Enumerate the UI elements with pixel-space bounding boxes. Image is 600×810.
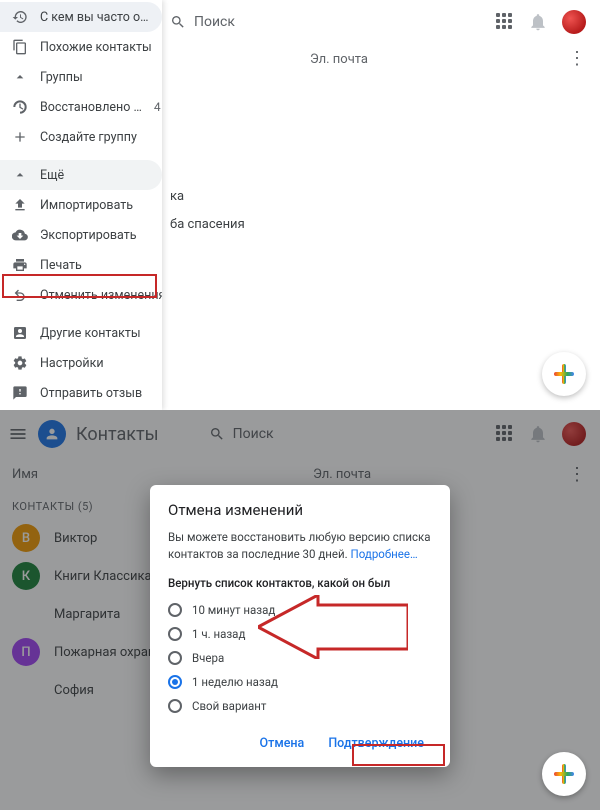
fab-add-contact[interactable] <box>542 752 586 796</box>
sidebar: С кем вы часто о… Похожие контакты Группы В… <box>0 0 162 410</box>
plus-icon <box>554 364 574 384</box>
sidebar-item-1[interactable]: Похожие контакты <box>0 32 162 62</box>
restore-icon <box>12 99 28 115</box>
sidebar-item-8[interactable]: Печать <box>0 250 162 280</box>
chevron-up-icon <box>12 167 28 183</box>
sidebar-item-label: Печать <box>40 258 82 273</box>
column-email: Эл. почта <box>310 52 368 67</box>
sidebar-item-2[interactable]: Группы <box>0 62 162 92</box>
radio-icon <box>168 627 182 641</box>
sidebar-item-11[interactable]: Настройки <box>0 348 162 378</box>
sidebar-item-label: Экспортировать <box>40 228 137 243</box>
learn-more-link[interactable]: Подробнее… <box>351 547 418 561</box>
radio-group: 10 минут назад 1 ч. назад Вчера 1 неделю на… <box>168 598 432 718</box>
bottom-panel: Контакты Поиск Имя Эл. почта ⋮ Контакты … <box>0 410 600 810</box>
sidebar-item-0[interactable]: С кем вы часто о… <box>0 2 162 32</box>
radio-label: Свой вариант <box>192 699 266 713</box>
dialog-list-label: Вернуть список контактов, какой он был <box>168 576 432 590</box>
sidebar-item-label: Похожие контакты <box>40 40 152 55</box>
sidebar-item-9[interactable]: Отменить изменения <box>0 280 162 310</box>
confirm-button[interactable]: Подтверждение <box>320 730 432 757</box>
topbar-icons <box>496 10 592 34</box>
search-icon <box>170 14 186 30</box>
copy-icon <box>12 39 28 55</box>
notifications-icon[interactable] <box>528 12 548 32</box>
print-icon <box>12 257 28 273</box>
cloud-download-icon <box>12 227 28 243</box>
chevron-up-icon <box>12 69 28 85</box>
upload-icon <box>12 197 28 213</box>
sidebar-item-label: Настройки <box>40 356 104 371</box>
radio-option-0[interactable]: 10 минут назад <box>168 598 432 622</box>
radio-icon <box>168 675 182 689</box>
plus-icon <box>12 129 28 145</box>
cancel-button[interactable]: Отмена <box>252 730 313 757</box>
radio-icon <box>168 699 182 713</box>
radio-icon <box>168 651 182 665</box>
history-icon <box>12 9 28 25</box>
undo-icon <box>12 287 28 303</box>
sidebar-item-10[interactable]: Другие контакты <box>0 318 162 348</box>
sidebar-item-5[interactable]: Ещё <box>0 160 162 190</box>
sidebar-item-7[interactable]: Экспортировать <box>0 220 162 250</box>
dialog-subtitle: Вы можете восстановить любую версию спис… <box>168 529 432 564</box>
radio-option-3[interactable]: 1 неделю назад <box>168 670 432 694</box>
radio-label: 1 неделю назад <box>192 675 278 689</box>
plus-icon <box>554 764 574 784</box>
account-avatar[interactable] <box>562 10 586 34</box>
search-placeholder: Поиск <box>194 14 235 30</box>
sidebar-item-3[interactable]: Восстановлено …4 <box>0 92 162 122</box>
sidebar-item-label: Отправить отзыв <box>40 386 142 401</box>
sidebar-item-label: Группы <box>40 70 83 85</box>
top-panel: Поиск Эл. почта ⋮ ка ба спасения С кем в… <box>0 0 600 410</box>
undo-changes-dialog: Отмена изменений Вы можете восстановить … <box>150 485 450 767</box>
search-bar[interactable]: Поиск <box>170 14 496 30</box>
sidebar-item-label: Создайте группу <box>40 130 137 145</box>
sidebar-item-label: Восстановлено … <box>40 100 142 115</box>
radio-label: 1 ч. назад <box>192 627 245 641</box>
sidebar-item-12[interactable]: Отправить отзыв <box>0 378 162 408</box>
account-box-icon <box>12 325 28 341</box>
sidebar-item-label: Отменить изменения <box>40 288 162 303</box>
fab-add-contact[interactable] <box>542 352 586 396</box>
radio-option-1[interactable]: 1 ч. назад <box>168 622 432 646</box>
radio-icon <box>168 603 182 617</box>
dialog-title: Отмена изменений <box>168 501 432 519</box>
radio-option-2[interactable]: Вчера <box>168 646 432 670</box>
apps-icon[interactable] <box>496 13 514 31</box>
sidebar-item-label: Ещё <box>40 168 64 183</box>
radio-option-4[interactable]: Свой вариант <box>168 694 432 718</box>
sidebar-item-label: Импортировать <box>40 198 133 213</box>
gear-icon <box>12 355 28 371</box>
sidebar-item-4[interactable]: Создайте группу <box>0 122 162 152</box>
sidebar-item-label: С кем вы часто о… <box>40 10 148 25</box>
radio-label: 10 минут назад <box>192 603 275 617</box>
feedback-icon <box>12 385 28 401</box>
radio-label: Вчера <box>192 651 224 665</box>
dialog-actions: Отмена Подтверждение <box>168 730 432 757</box>
sidebar-item-label: Другие контакты <box>40 326 141 341</box>
sidebar-item-6[interactable]: Импортировать <box>0 190 162 220</box>
